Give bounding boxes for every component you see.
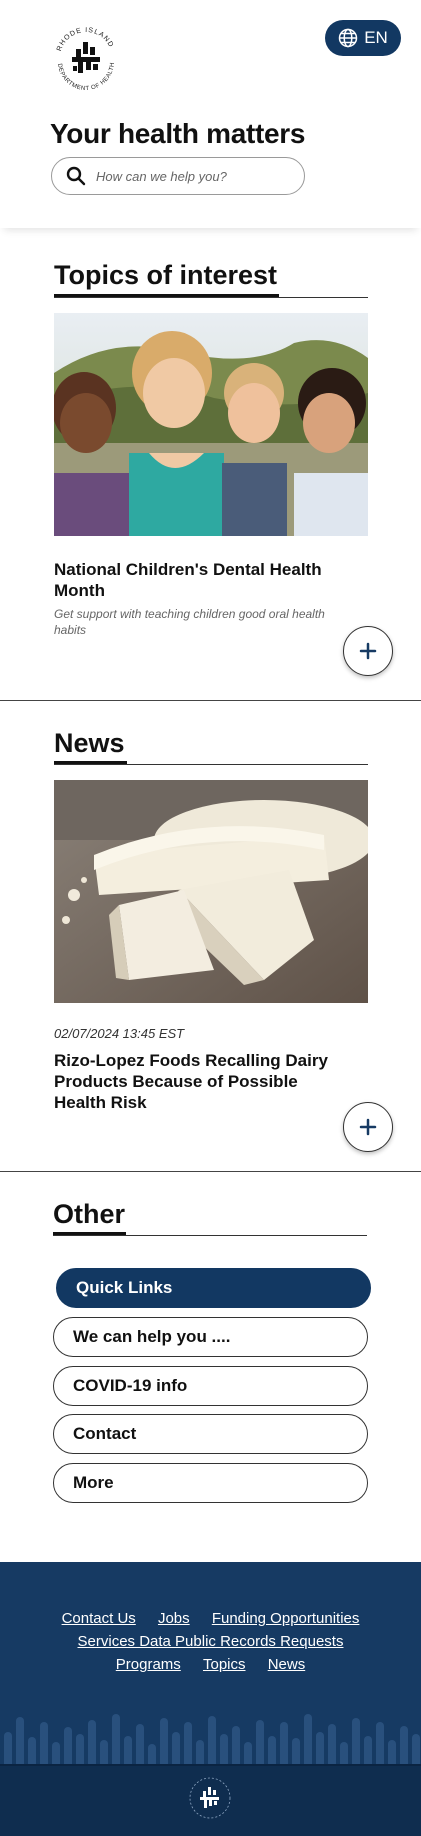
search-icon[interactable]	[66, 166, 86, 186]
news-heading: News	[54, 728, 125, 758]
page-title: Your health matters	[50, 118, 306, 149]
topic-card-subtitle: Get support with teaching children good …	[54, 607, 325, 637]
more-button[interactable]: More	[53, 1463, 368, 1503]
plus-icon	[359, 1118, 377, 1136]
topic-expand-button[interactable]	[343, 626, 393, 676]
topics-heading: Topics of interest	[54, 260, 278, 290]
footer-link-jobs[interactable]: Jobs	[158, 1610, 190, 1627]
covid-info-button[interactable]: COVID-19 info	[53, 1366, 368, 1406]
footer-links: Contact Us Jobs Funding Opportunities Se…	[0, 1607, 421, 1676]
quick-links-button[interactable]: Quick Links	[56, 1268, 371, 1308]
topic-card-title[interactable]: National Children's Dental Health Month	[54, 559, 364, 601]
footer-link-contact-us[interactable]: Contact Us	[62, 1610, 136, 1627]
news-card-image[interactable]	[54, 780, 368, 1003]
topics-heading-rule	[54, 297, 368, 298]
language-selector-button[interactable]: EN	[325, 20, 401, 56]
contact-button[interactable]: Contact	[53, 1414, 368, 1454]
site-footer: Contact Us Jobs Funding Opportunities Se…	[0, 1562, 421, 1836]
children-smiling-photo	[54, 313, 368, 536]
cheese-photo	[54, 780, 368, 1003]
search-input[interactable]	[96, 168, 276, 184]
other-heading-rule	[53, 1235, 367, 1236]
site-header: RHODE ISLAND DEPARTMENT OF HEALTH EN You…	[0, 0, 421, 228]
news-card-title[interactable]: Rizo-Lopez Foods Recalling Dairy Product…	[54, 1050, 354, 1113]
plus-icon	[359, 642, 377, 660]
news-expand-button[interactable]	[343, 1102, 393, 1152]
search-bar[interactable]	[51, 157, 305, 195]
news-card-date: 02/07/2024 13:45 EST	[54, 1026, 185, 1041]
we-can-help-button[interactable]: We can help you ....	[53, 1317, 368, 1357]
footer-link-topics[interactable]: Topics	[203, 1656, 246, 1673]
footer-bottom-bar	[0, 1764, 421, 1836]
footer-link-programs[interactable]: Programs	[116, 1656, 181, 1673]
news-heading-rule	[54, 764, 368, 765]
footer-link-services-data-records[interactable]: Services Data Public Records Requests	[78, 1633, 344, 1650]
section-divider	[0, 1171, 421, 1172]
other-heading: Other	[53, 1199, 126, 1229]
language-label: EN	[364, 28, 388, 47]
footer-link-news[interactable]: News	[268, 1656, 306, 1673]
globe-icon	[338, 28, 358, 48]
topic-card-image[interactable]	[54, 313, 368, 536]
ri-health-seal-logo[interactable]: RHODE ISLAND DEPARTMENT OF HEALTH	[50, 22, 122, 94]
footer-link-funding[interactable]: Funding Opportunities	[212, 1610, 360, 1627]
section-divider	[0, 700, 421, 701]
footer-decorative-bars	[4, 1714, 420, 1774]
ri-health-seal-logo-footer[interactable]	[188, 1776, 232, 1820]
